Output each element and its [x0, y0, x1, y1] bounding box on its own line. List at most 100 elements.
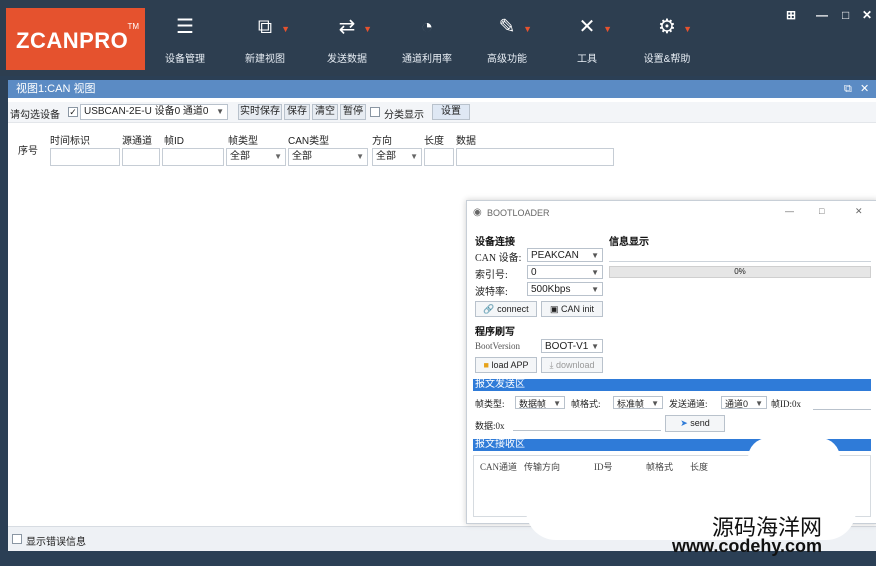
frame-type-select[interactable]: 数据帧 ▼ — [515, 396, 565, 409]
boot-version-label: BootVersion — [475, 341, 520, 351]
chevron-down-icon: ▼ — [591, 285, 599, 294]
toolbar-new-view[interactable]: ⧉ ▼ 新建视图 — [230, 14, 300, 70]
chevron-down-icon: ▼ — [755, 399, 763, 408]
frame-format-select[interactable]: 标准帧 ▼ — [613, 396, 663, 409]
caret-down-icon: ▼ — [281, 24, 290, 34]
filter-data[interactable] — [456, 148, 614, 166]
folder-icon: ■ — [483, 360, 489, 370]
index-value: 0 — [531, 267, 537, 278]
chevron-down-icon: ▼ — [274, 152, 282, 161]
device-checkbox[interactable]: ✓ — [68, 107, 78, 117]
device-select[interactable]: USBCAN-2E-U 设备0 通道0 ▼ — [80, 104, 228, 120]
minimize-button[interactable]: — — [816, 8, 828, 22]
progress-bar: 0% — [609, 266, 871, 278]
can-device-select[interactable]: PEAKCAN ▼ — [527, 248, 603, 262]
filter-length[interactable] — [424, 148, 454, 166]
toolbar-channel-usage[interactable]: ◔ 通道利用率 — [392, 14, 462, 70]
send-channel-select[interactable]: 通道0 ▼ — [721, 396, 767, 409]
filter-direction[interactable]: 全部 ▼ — [372, 148, 422, 166]
recv-col-direction: 传输方向 — [524, 462, 561, 472]
connect-button[interactable]: 🔗 connect — [475, 301, 537, 317]
filter-frame-type-value: 全部 — [230, 151, 250, 162]
col-source-channel: 源通道 — [122, 136, 152, 147]
toolbar-send-data[interactable]: ⇄ ▼ 发送数据 — [312, 14, 382, 70]
link-icon: 🔗 — [483, 304, 495, 314]
toolbar-label: 高级功能 — [487, 54, 527, 65]
can-init-label: CAN init — [561, 304, 595, 314]
view-title: 视图1:CAN 视图 — [16, 83, 96, 95]
recv-col-channel: CAN通道 — [480, 462, 518, 472]
data-input[interactable] — [513, 417, 661, 431]
col-data: 数据 — [456, 136, 476, 147]
data-label: 数据:0x — [475, 421, 505, 431]
frame-id-input[interactable] — [813, 396, 871, 410]
settings-icon: ⚙ — [658, 16, 676, 38]
chevron-down-icon: ▼ — [591, 251, 599, 260]
frame-id-label: 帧ID:0x — [771, 399, 801, 409]
device-select-value: USBCAN-2E-U 设备0 通道0 — [84, 106, 209, 117]
recv-col-id: ID号 — [594, 462, 613, 472]
close-view-icon[interactable]: ✕ — [860, 80, 869, 98]
boot-version-select[interactable]: BOOT-V1 ▼ — [541, 339, 603, 353]
pause-button[interactable]: 暂停 — [340, 104, 366, 120]
index-select[interactable]: 0 ▼ — [527, 265, 603, 279]
info-display-heading: 信息显示 — [609, 237, 649, 248]
send-button[interactable]: ➤ send — [665, 415, 725, 432]
save-button[interactable]: 保存 — [284, 104, 310, 120]
classify-checkbox[interactable] — [370, 107, 380, 117]
settings-button[interactable]: 设置 — [432, 104, 470, 120]
minimize-icon[interactable]: — — [785, 206, 794, 216]
chevron-down-icon: ▼ — [553, 399, 561, 408]
tools-icon: ✕ — [578, 16, 596, 38]
recv-col-length: 长度 — [690, 462, 709, 472]
close-button[interactable]: ✕ — [862, 8, 872, 22]
progress-text: 0% — [734, 267, 746, 276]
toolbar-tools[interactable]: ✕ ▼ 工具 — [552, 14, 622, 70]
toolbar-advanced[interactable]: ✎ ▼ 高级功能 — [472, 14, 542, 70]
connect-label: connect — [497, 304, 529, 314]
caret-down-icon: ▼ — [683, 24, 692, 34]
toolbar-label: 设置&帮助 — [643, 54, 691, 65]
layout-icon[interactable]: ⊞ — [786, 8, 796, 22]
filter-source-channel[interactable] — [122, 148, 160, 166]
restore-view-icon[interactable]: ⧉ — [844, 80, 852, 98]
maximize-button[interactable]: □ — [842, 8, 849, 22]
can-init-button[interactable]: ▣ CAN init — [541, 301, 603, 317]
filter-frame-type[interactable]: 全部 ▼ — [226, 148, 286, 166]
toolbar-settings-help[interactable]: ⚙ ▼ 设置&帮助 — [632, 14, 702, 70]
maximize-icon[interactable]: □ — [819, 206, 824, 216]
recv-col-format: 帧格式 — [646, 462, 674, 472]
filter-frame-id[interactable] — [162, 148, 224, 166]
col-frame-type: 帧类型 — [228, 136, 258, 147]
send-icon: ➤ — [680, 418, 688, 428]
show-errors-checkbox[interactable] — [12, 534, 22, 544]
col-timestamp: 时间标识 — [50, 136, 90, 147]
filter-timestamp[interactable] — [50, 148, 120, 166]
toolbar-label: 通道利用率 — [402, 54, 452, 65]
redaction-blob — [748, 438, 840, 478]
realtime-save-button[interactable]: 实时保存 — [238, 104, 282, 120]
load-app-label: load APP — [491, 360, 529, 370]
logo-text: ZCANPRO — [16, 28, 129, 53]
toolbar-label: 设备管理 — [165, 54, 205, 65]
bootloader-app-icon: ◉ — [473, 207, 482, 218]
clear-button[interactable]: 清空 — [312, 104, 338, 120]
download-button[interactable]: ⤓ download — [541, 357, 603, 373]
chevron-down-icon: ▼ — [591, 268, 599, 277]
col-frame-id: 帧ID — [164, 136, 184, 147]
col-direction: 方向 — [372, 136, 392, 147]
filter-can-type[interactable]: 全部 ▼ — [288, 148, 368, 166]
filter-can-type-value: 全部 — [292, 151, 312, 162]
toolbar-device-manager[interactable]: ☰ 设备管理 — [150, 14, 220, 70]
load-app-button[interactable]: ■ load APP — [475, 357, 537, 373]
chevron-down-icon: ▼ — [591, 342, 599, 351]
download-label: download — [555, 360, 595, 370]
device-manager-icon: ☰ — [176, 16, 194, 38]
baud-select[interactable]: 500Kbps ▼ — [527, 282, 603, 296]
seq-header: 序号 — [18, 146, 38, 157]
toolbar-label: 工具 — [577, 54, 597, 65]
init-icon: ▣ — [549, 304, 559, 314]
send-area-header: 报文发送区 — [473, 379, 871, 391]
close-icon[interactable]: ✕ — [855, 206, 863, 217]
frame-format-value: 标准帧 — [617, 399, 645, 409]
